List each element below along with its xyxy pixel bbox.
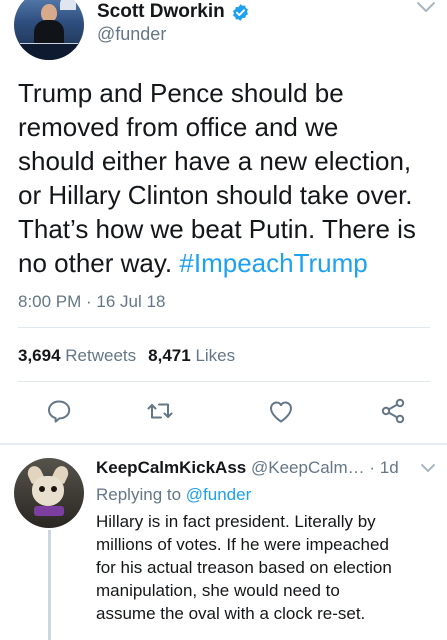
retweets-count: 3,694 bbox=[18, 346, 61, 365]
retweets-stat[interactable]: 3,694 Retweets bbox=[18, 346, 136, 366]
tweet-header: Scott Dworkin @funder bbox=[0, 0, 447, 62]
likes-label: Likes bbox=[195, 346, 236, 365]
reply-button[interactable] bbox=[44, 396, 74, 426]
likes-count: 8,471 bbox=[148, 346, 191, 365]
replying-prefix: Replying to bbox=[96, 485, 182, 504]
divider bbox=[18, 327, 430, 328]
reply-icon bbox=[48, 400, 71, 423]
hashtag-link[interactable]: #ImpeachTrump bbox=[179, 248, 367, 278]
thread-connector-line bbox=[48, 530, 51, 640]
reply-display-name[interactable]: KeepCalmKickAss bbox=[96, 458, 246, 477]
reply-handle[interactable]: @KeepCalm… bbox=[251, 458, 365, 477]
author-display-name[interactable]: Scott Dworkin bbox=[97, 1, 225, 23]
author-handle[interactable]: @funder bbox=[97, 24, 166, 45]
retweet-button[interactable] bbox=[145, 396, 175, 426]
retweet-icon bbox=[147, 403, 173, 419]
chevron-down-icon[interactable] bbox=[415, 0, 437, 14]
tweet-stats: 3,694 Retweets 8,471 Likes bbox=[18, 346, 235, 366]
tweet-detail-screen: Scott Dworkin @funder Trump and Pence sh… bbox=[0, 0, 447, 640]
tweet-text: Trump and Pence should be removed from o… bbox=[18, 76, 438, 280]
replying-mention-link[interactable]: @funder bbox=[186, 485, 251, 504]
tweet-timestamp[interactable]: 8:00 PM · 16 Jul 18 bbox=[18, 292, 165, 312]
section-divider bbox=[0, 443, 447, 445]
share-button[interactable] bbox=[378, 396, 408, 426]
reply-author-avatar[interactable] bbox=[14, 458, 84, 528]
verified-badge-icon bbox=[231, 3, 250, 22]
reply-text: Hillary is in fact president. Literally … bbox=[96, 512, 392, 623]
author-name-row[interactable]: Scott Dworkin bbox=[97, 0, 250, 24]
reply-header[interactable]: KeepCalmKickAss @KeepCalm… · 1d bbox=[96, 458, 436, 478]
reply-time: · 1d bbox=[369, 458, 399, 477]
divider bbox=[18, 381, 430, 382]
author-avatar[interactable] bbox=[14, 0, 84, 60]
retweets-label: Retweets bbox=[65, 346, 137, 365]
tweet-action-bar bbox=[0, 396, 447, 432]
heart-icon bbox=[270, 401, 292, 423]
replying-to: Replying to @funder bbox=[96, 485, 251, 505]
share-icon bbox=[381, 398, 405, 424]
reply-chevron-down-icon[interactable] bbox=[419, 462, 437, 474]
likes-stat[interactable]: 8,471 Likes bbox=[148, 346, 235, 366]
like-button[interactable] bbox=[266, 396, 296, 426]
